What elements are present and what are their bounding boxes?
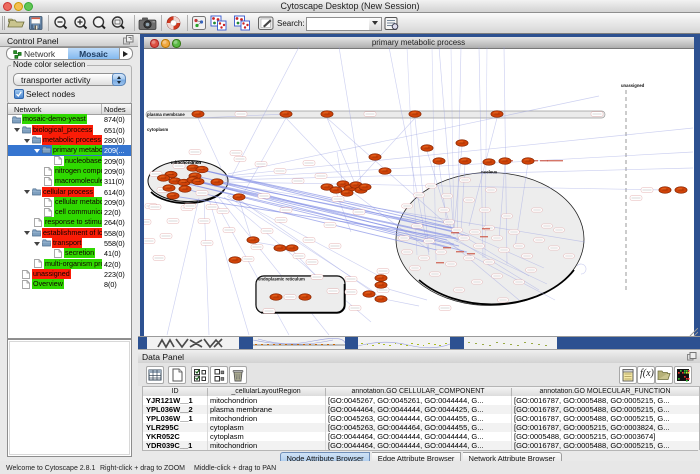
svg-text:endoplasmic reticulum: endoplasmic reticulum	[258, 276, 305, 281]
svg-text:plasma membrane: plasma membrane	[147, 112, 185, 117]
svg-text:unassigned: unassigned	[621, 83, 645, 88]
svg-text:mitochondrion: mitochondrion	[171, 160, 201, 165]
svg-text:cytoplasm: cytoplasm	[147, 127, 168, 132]
